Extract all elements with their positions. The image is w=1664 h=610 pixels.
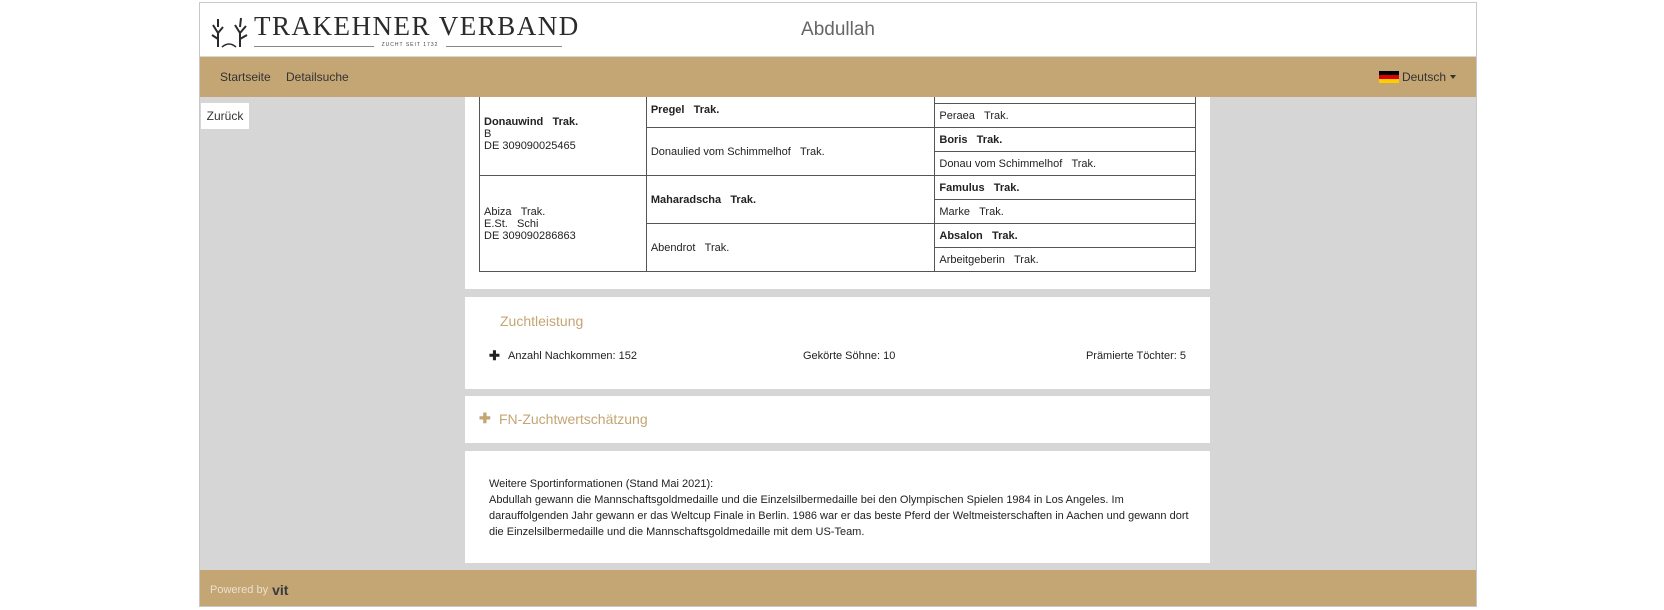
expand-plus-icon[interactable]: ✚ — [489, 348, 500, 364]
divider — [254, 46, 374, 47]
chevron-down-icon — [1450, 75, 1456, 79]
fn-zuchtwert-card[interactable]: ✚ FN-Zuchtwertschätzung — [465, 396, 1210, 443]
breed: Trak. — [991, 229, 1018, 242]
pedigree-grandparent[interactable]: Abendrot Trak. — [645, 223, 936, 272]
fn-zuchtwert-title[interactable]: FN-Zuchtwertschätzung — [499, 411, 648, 427]
breed: Trak. — [800, 145, 825, 158]
pedigree-table: Donauwind Trak. B DE 309090025465 Pregel… — [479, 97, 1196, 272]
horse-detail: B — [484, 127, 492, 140]
horse-registration: DE 309090286863 — [484, 229, 576, 242]
zuchtleistung-title: Zuchtleistung — [500, 313, 584, 329]
footer: Powered by vit — [200, 570, 1476, 606]
language-dropdown[interactable]: Deutsch — [1378, 70, 1456, 84]
horse-name: Arbeitgeberin — [939, 253, 1005, 266]
logo-tagline-row: ZUCHT SEIT 1732 — [254, 42, 562, 52]
horse-name: Absalon — [939, 229, 983, 242]
horse-name: Abendrot — [650, 241, 696, 254]
german-flag-icon — [1378, 70, 1399, 84]
horse-name: Maharadscha — [650, 193, 722, 206]
horse-name: Donauwind — [484, 115, 544, 128]
pedigree-great-grandparent[interactable]: Arbeitgeberin Trak. — [934, 247, 1196, 272]
sport-info-body: Abdullah gewann die Mannschaftsgoldmedai… — [489, 494, 1189, 538]
pedigree-grandparent[interactable]: Pregel Trak. — [645, 97, 936, 128]
logo-tagline: ZUCHT SEIT 1732 — [381, 42, 439, 48]
nav-detailsuche[interactable]: Detailsuche — [286, 70, 349, 84]
pedigree-grandparent[interactable]: Donaulied vom Schimmelhof Trak. — [645, 127, 936, 176]
breed: Trak. — [979, 205, 1004, 218]
powered-by-label: Powered by — [210, 584, 269, 596]
header: TRAKEHNER VERBAND ZUCHT SEIT 1732 Abdull… — [200, 3, 1476, 56]
expand-plus-icon[interactable]: ✚ — [479, 410, 491, 427]
horse-name: Famulus — [939, 181, 985, 194]
offspring-count: Anzahl Nachkommen: 152 — [508, 350, 638, 362]
pedigree-grandparent[interactable]: Maharadscha Trak. — [645, 175, 936, 224]
breed: Trak. — [552, 115, 579, 128]
horse-name: Peraea — [939, 109, 975, 122]
navbar: Startseite Detailsuche Deutsch — [200, 57, 1476, 97]
pedigree-great-grandparent[interactable]: Marke Trak. — [934, 199, 1196, 224]
powered-by: Powered by vit — [210, 582, 288, 598]
breed: Trak. — [1013, 253, 1039, 266]
breed: Trak. — [730, 193, 756, 206]
horse-name: Boris — [939, 133, 968, 146]
language-label: Deutsch — [1401, 70, 1446, 84]
licensed-sons-count: Gekörte Söhne: 10 — [803, 350, 896, 362]
horse-registration: DE 309090025465 — [484, 139, 576, 152]
horse-name: Marke — [939, 205, 970, 218]
premium-daughters-count: Prämierte Töchter: 5 — [1085, 350, 1186, 362]
divider — [446, 46, 562, 47]
back-button[interactable]: Zurück — [201, 103, 249, 129]
pedigree-great-grandparent[interactable]: Absalon Trak. — [934, 223, 1196, 248]
vit-logo[interactable]: vit — [272, 582, 288, 598]
pedigree-great-grandparent[interactable]: Boris Trak. — [934, 127, 1196, 152]
nav-startseite[interactable]: Startseite — [220, 70, 271, 84]
pedigree-great-grandparent[interactable]: Peraea Trak. — [934, 103, 1196, 128]
horse-name: Donaulied vom Schimmelhof — [650, 145, 791, 158]
sport-info-text: Weitere Sportinformationen (Stand Mai 20… — [489, 476, 1189, 540]
breed: Trak. — [984, 109, 1009, 122]
sport-info-card: Weitere Sportinformationen (Stand Mai 20… — [465, 451, 1210, 563]
horse-detail: E.St. Schi — [484, 217, 539, 230]
horse-name: Donau vom Schimmelhof — [939, 157, 1063, 170]
sport-info-heading: Weitere Sportinformationen (Stand Mai 20… — [489, 478, 714, 490]
pedigree-parent[interactable]: Abiza Trak. E.St. Schi DE 309090286863 — [479, 175, 647, 272]
pedigree-parent[interactable]: Donauwind Trak. B DE 309090025465 — [479, 97, 647, 176]
page-title: Abdullah — [801, 19, 875, 40]
pedigree-card: Donauwind Trak. B DE 309090025465 Pregel… — [465, 97, 1210, 289]
breed: Trak. — [520, 205, 546, 218]
breed: Trak. — [704, 241, 730, 254]
breed: Trak. — [993, 181, 1020, 194]
zuchtleistung-card: Zuchtleistung ✚ Anzahl Nachkommen: 152 G… — [465, 297, 1210, 389]
breed: Trak. — [976, 133, 1003, 146]
pedigree-great-grandparent[interactable]: Famulus Trak. — [934, 175, 1196, 200]
pedigree-great-grandparent[interactable]: Donau vom Schimmelhof Trak. — [934, 151, 1196, 176]
breed: Trak. — [693, 103, 720, 116]
horse-name: Pregel — [650, 103, 685, 116]
breed: Trak. — [1071, 157, 1097, 170]
horse-name: Abiza — [484, 205, 512, 218]
browser-frame: TRAKEHNER VERBAND ZUCHT SEIT 1732 Abdull… — [199, 2, 1477, 607]
